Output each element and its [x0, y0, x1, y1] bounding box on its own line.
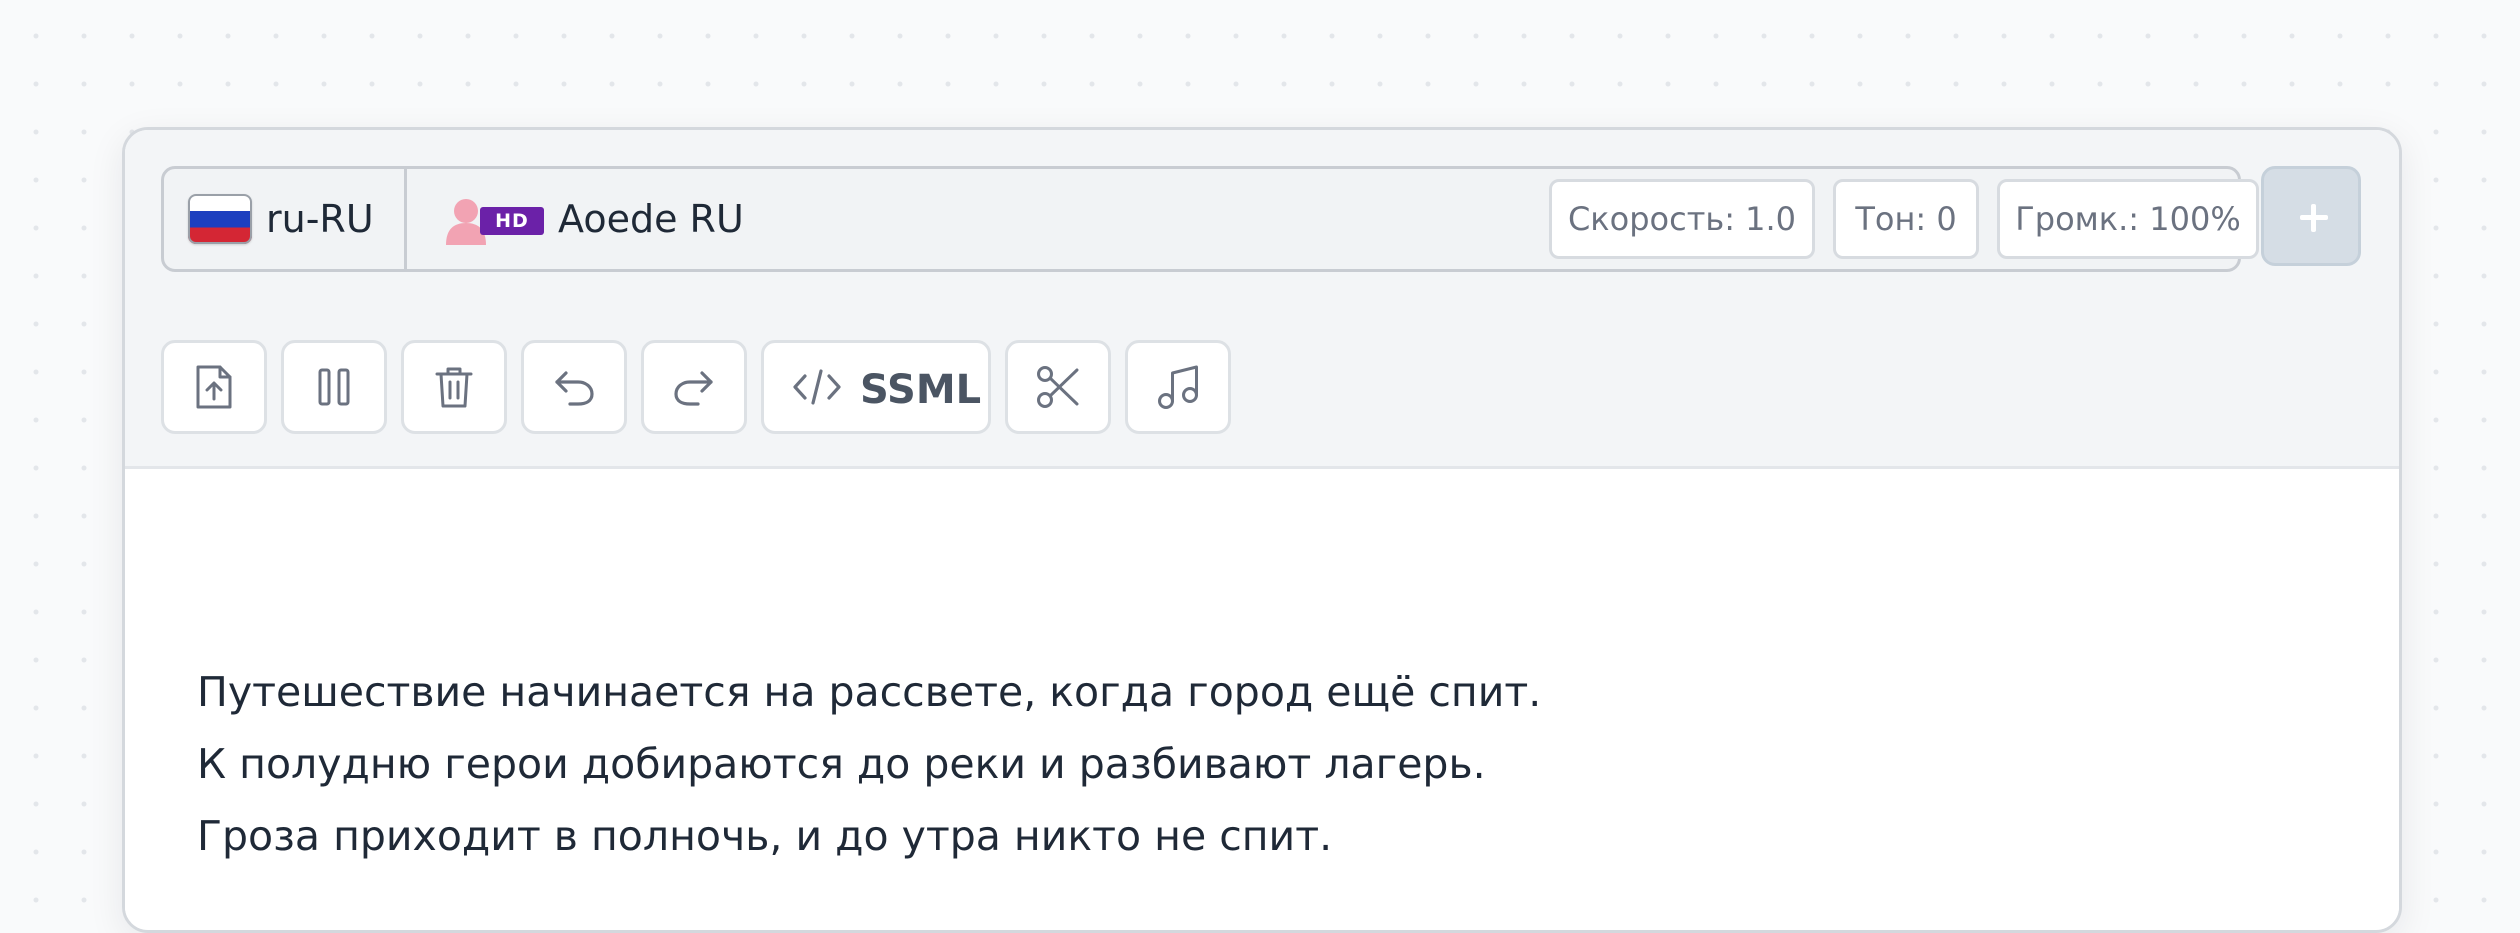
upload-file-button[interactable]: [161, 340, 267, 434]
voice-selector[interactable]: ru-RU HD Aoede RU Скорость: 1.0 Тон: 0 Г…: [161, 166, 2259, 272]
ssml-label: SSML: [860, 367, 982, 413]
language-selector[interactable]: ru-RU: [164, 169, 407, 269]
add-voice-button[interactable]: [2261, 166, 2361, 266]
editor-line: Путешествие начинается на рассвете, когд…: [197, 668, 1542, 716]
redo-button[interactable]: [641, 340, 747, 434]
code-icon: [793, 369, 841, 405]
trash-icon: [435, 367, 473, 408]
language-code: ru-RU: [266, 197, 374, 241]
undo-icon: [555, 371, 594, 406]
speed-control[interactable]: Скорость: 1.0: [1549, 179, 1815, 259]
russia-flag-icon: [188, 194, 252, 244]
undo-button[interactable]: [521, 340, 627, 434]
ssml-button[interactable]: SSML: [761, 340, 991, 434]
editor-line: К полудню герои добираются до реки и раз…: [197, 740, 1486, 788]
editor-line: Гроза приходит в полночь, и до утра никт…: [197, 812, 1333, 860]
music-button[interactable]: [1125, 340, 1231, 434]
voice-settings-header: ru-RU HD Aoede RU Скорость: 1.0 Тон: 0 Г…: [125, 130, 2399, 315]
editor-toolbar: SSML: [125, 312, 2399, 469]
music-note-icon: [1158, 365, 1198, 409]
pause-button[interactable]: [281, 340, 387, 434]
pause-icon: [318, 368, 350, 406]
pitch-control[interactable]: Тон: 0: [1833, 179, 1979, 259]
voice-name: Aoede RU: [558, 197, 744, 241]
redo-icon: [674, 371, 713, 406]
cut-button[interactable]: [1005, 340, 1111, 434]
tts-editor-card: ru-RU HD Aoede RU Скорость: 1.0 Тон: 0 Г…: [122, 127, 2402, 933]
scissors-icon: [1037, 366, 1079, 408]
delete-button[interactable]: [401, 340, 507, 434]
volume-control[interactable]: Громк.: 100%: [1997, 179, 2259, 259]
text-editor[interactable]: Путешествие начинается на рассвете, когд…: [125, 469, 2399, 929]
hd-badge: HD: [480, 207, 544, 235]
upload-file-icon: [196, 365, 232, 409]
